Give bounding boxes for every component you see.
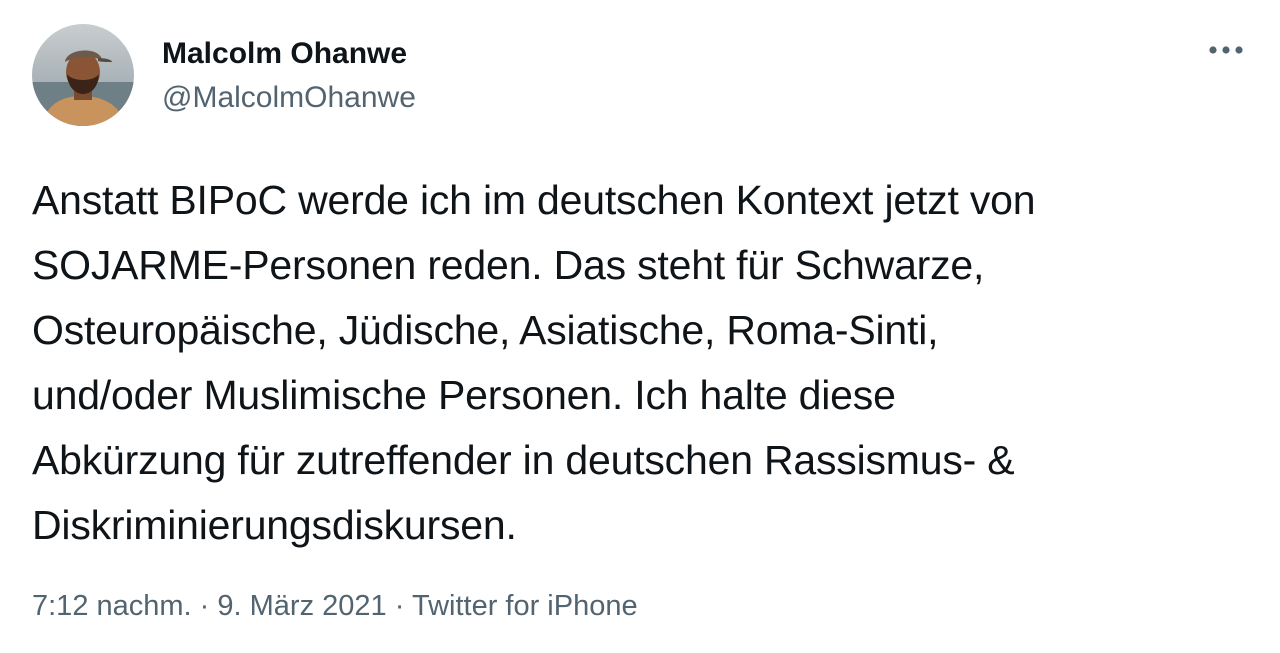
meta-separator: · xyxy=(394,590,405,622)
tweet-text: Anstatt BIPoC werde ich im deutschen Kon… xyxy=(32,177,1036,548)
tweet-meta: 7:12 nachm. · 9. März 2021 · Twitter for… xyxy=(32,588,638,624)
author-handle[interactable]: @MalcolmOhanwe xyxy=(162,80,416,116)
tweet-source[interactable]: Twitter for iPhone xyxy=(412,590,638,622)
author-display-name[interactable]: Malcolm Ohanwe xyxy=(162,36,407,72)
meta-separator: · xyxy=(199,590,210,622)
tweet-time[interactable]: 7:12 nachm. xyxy=(32,590,192,622)
tweet-date[interactable]: 9. März 2021 xyxy=(217,590,386,622)
more-options-icon[interactable] xyxy=(1204,34,1248,66)
avatar-photo xyxy=(32,24,134,126)
avatar[interactable] xyxy=(32,24,134,126)
